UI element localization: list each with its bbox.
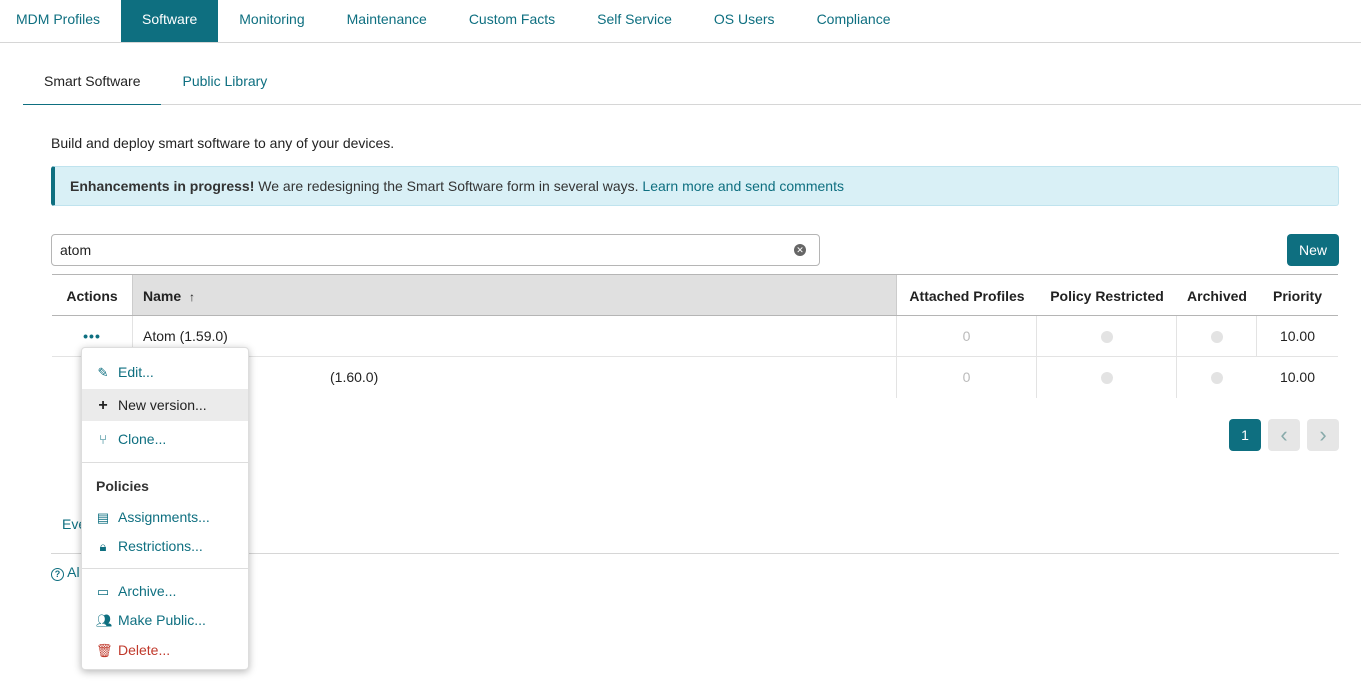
archived-indicator xyxy=(1210,331,1223,344)
menu-new-version[interactable]: + New version... xyxy=(82,389,248,421)
table-header: Actions Name ↑ Attached Profiles Policy … xyxy=(52,274,1338,316)
col-archived[interactable]: Archived xyxy=(1177,275,1257,315)
tab-os-users[interactable]: OS Users xyxy=(693,0,796,42)
edit-icon: ✎ xyxy=(97,365,109,380)
tab-maintenance[interactable]: Maintenance xyxy=(326,0,448,42)
menu-make-public-label: Make Public... xyxy=(118,612,206,628)
banner-title: Enhancements in progress! xyxy=(70,178,255,194)
row-attached-profiles: 0 xyxy=(897,357,1037,398)
about-link[interactable]: ? Al xyxy=(51,564,80,581)
menu-assignments[interactable]: ▤ Assignments... xyxy=(82,501,248,533)
row-priority: 10.00 xyxy=(1279,369,1316,385)
search-box: ✕ xyxy=(51,234,820,266)
menu-clone[interactable]: ⑂ Clone... xyxy=(82,423,248,455)
sort-asc-icon: ↑ xyxy=(189,290,196,304)
chevron-left-icon[interactable]: ‹ xyxy=(1268,419,1300,451)
menu-clone-label: Clone... xyxy=(118,431,167,447)
page-description: Build and deploy smart software to any o… xyxy=(51,135,395,151)
banner-link[interactable]: Learn more and send comments xyxy=(642,178,844,194)
clear-search-icon[interactable]: ✕ xyxy=(794,244,806,256)
col-name[interactable]: Name ↑ xyxy=(132,275,897,315)
about-link-label: Al xyxy=(67,564,80,580)
menu-delete[interactable]: 🗑︎ Delete... xyxy=(82,634,248,666)
users-icon: 👥︎ xyxy=(96,613,113,628)
subtab-smart-software[interactable]: Smart Software xyxy=(23,62,162,105)
row-attached-profiles: 0 xyxy=(897,316,1037,356)
col-policy-restricted[interactable]: Policy Restricted xyxy=(1037,275,1177,315)
search-input[interactable] xyxy=(52,235,772,265)
plus-icon: + xyxy=(98,397,108,414)
menu-delete-label: Delete... xyxy=(118,642,171,658)
archived-indicator xyxy=(1211,372,1223,385)
menu-make-public[interactable]: 👥︎ Make Public... xyxy=(82,604,248,636)
lock-icon: 🔒︎ xyxy=(99,539,107,554)
policy-restricted-indicator xyxy=(1100,372,1113,385)
actions-menu: ✎ Edit... + New version... ⑂ Clone... Polic… xyxy=(81,347,249,670)
menu-divider xyxy=(82,568,248,569)
chevron-right-icon[interactable]: › xyxy=(1307,419,1339,451)
trash-icon: 🗑︎ xyxy=(96,643,113,658)
tab-custom-facts[interactable]: Custom Facts xyxy=(448,0,576,42)
subtab-public-library[interactable]: Public Library xyxy=(161,62,288,105)
info-banner: Enhancements in progress! We are redesig… xyxy=(51,166,1339,206)
menu-divider xyxy=(82,462,248,463)
tab-mdm-profiles[interactable]: MDM Profiles xyxy=(0,0,121,42)
tab-monitoring[interactable]: Monitoring xyxy=(218,0,325,42)
col-actions: Actions xyxy=(66,288,118,304)
help-icon: ? xyxy=(51,568,64,581)
col-priority[interactable]: Priority xyxy=(1257,275,1338,315)
new-button[interactable]: New xyxy=(1287,234,1339,266)
menu-archive[interactable]: ▭ Archive... xyxy=(82,575,248,607)
menu-restrictions-label: Restrictions... xyxy=(118,538,203,554)
menu-archive-label: Archive... xyxy=(118,583,177,599)
tab-self-service[interactable]: Self Service xyxy=(576,0,693,42)
banner-text: We are redesigning the Smart Software fo… xyxy=(254,178,643,194)
row-actions-button[interactable]: ••• xyxy=(83,328,101,344)
subtabs: Smart Software Public Library xyxy=(23,62,1361,105)
menu-edit-label: Edit... xyxy=(118,364,154,380)
menu-assignments-label: Assignments... xyxy=(118,509,210,525)
tab-compliance[interactable]: Compliance xyxy=(796,0,912,42)
row-priority: 10.00 xyxy=(1279,328,1316,344)
menu-new-version-label: New version... xyxy=(118,397,207,413)
top-nav: MDM Profiles Software Monitoring Mainten… xyxy=(0,0,1361,43)
page-1-button[interactable]: 1 xyxy=(1229,419,1261,451)
menu-policies-header: Policies xyxy=(96,478,149,494)
menu-edit[interactable]: ✎ Edit... xyxy=(82,356,248,388)
menu-restrictions[interactable]: 🔒︎ Restrictions... xyxy=(82,530,248,562)
tab-software[interactable]: Software xyxy=(121,0,219,42)
col-attached-profiles[interactable]: Attached Profiles xyxy=(897,275,1037,315)
branch-icon: ⑂ xyxy=(99,432,107,447)
policy-restricted-indicator xyxy=(1100,331,1113,344)
col-name-label: Name xyxy=(143,288,182,304)
